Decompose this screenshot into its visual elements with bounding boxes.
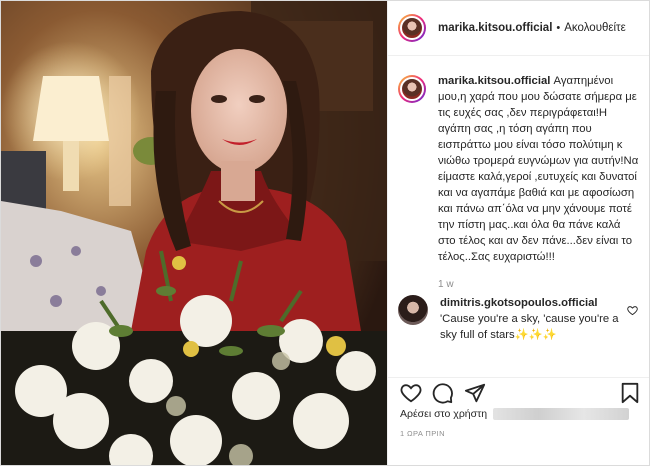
caption-comment: marika.kitsou.official Αγαπημένοι μου,η … <box>388 57 649 293</box>
caption-text: Αγαπημένοι μου,η χαρά που μου δώσατε σήμ… <box>438 75 639 263</box>
likes-prefix: Αρέσει στο χρήστη <box>400 408 488 420</box>
post-time[interactable]: 1 ΩΡΑ ΠΡΙΝ <box>400 429 445 438</box>
caption-body: marika.kitsou.official Αγαπημένοι μου,η … <box>438 73 640 293</box>
post-header: marika.kitsou.official • Ακολουθείτε <box>388 1 649 56</box>
comment-text: 'Cause you're a sky, 'cause you're a sky… <box>440 313 619 341</box>
post-frame: marika.kitsou.official • Ακολουθείτε mar… <box>0 0 650 466</box>
photo-illustration <box>1 1 387 465</box>
comments-area[interactable]: marika.kitsou.official Αγαπημένοι μου,η … <box>388 57 649 375</box>
post-photo[interactable] <box>1 1 387 465</box>
follow-status[interactable]: Ακολουθείτε <box>564 22 625 34</box>
caption-avatar-image <box>400 77 424 101</box>
small-heart-icon[interactable] <box>627 305 638 316</box>
heart-icon[interactable] <box>400 382 422 404</box>
header-separator: • <box>556 22 561 34</box>
commenter-username[interactable]: dimitris.gkotsopoulos.official <box>440 297 598 309</box>
caption-avatar[interactable] <box>398 75 426 103</box>
post-sidebar: marika.kitsou.official • Ακολουθείτε mar… <box>387 1 649 465</box>
comment-body: dimitris.gkotsopoulos.official 'Cause yo… <box>440 295 620 343</box>
action-bar <box>388 377 649 408</box>
author-avatar-image <box>400 16 424 40</box>
paper-plane-icon[interactable] <box>464 382 486 404</box>
author-avatar[interactable] <box>398 14 426 42</box>
author-username[interactable]: marika.kitsou.official <box>438 22 552 34</box>
likes-line: Αρέσει στο χρήστη <box>400 408 630 420</box>
caption-username[interactable]: marika.kitsou.official <box>438 75 550 87</box>
comment-icon[interactable] <box>432 382 454 404</box>
caption-age: 1 w <box>438 279 454 290</box>
blurred-username <box>493 408 630 420</box>
comment-item: dimitris.gkotsopoulos.official 'Cause yo… <box>388 295 649 343</box>
bookmark-icon[interactable] <box>620 382 640 404</box>
commenter-avatar[interactable] <box>398 295 428 325</box>
